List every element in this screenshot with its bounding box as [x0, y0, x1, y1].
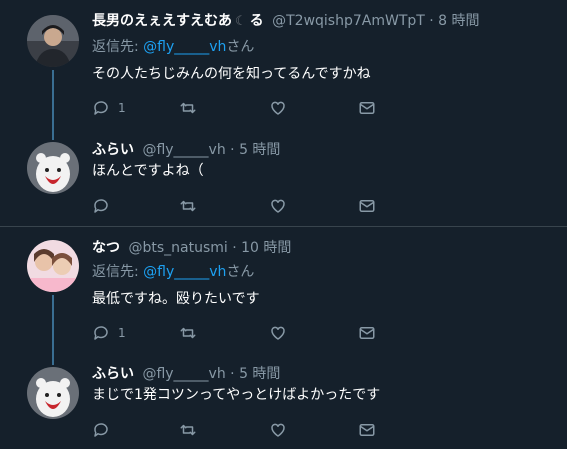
timestamp[interactable]: · 10 時間 [232, 240, 291, 256]
avatar[interactable] [27, 240, 79, 292]
display-name[interactable]: 長男のえぇえすえむあ [92, 13, 232, 29]
reply-button[interactable]: 1 [92, 323, 126, 343]
retweet-button[interactable] [179, 196, 197, 216]
timestamp[interactable]: · 8 時間 [429, 13, 479, 29]
like-button[interactable] [269, 323, 287, 343]
direct-message-button[interactable] [358, 98, 376, 118]
reply-suffix: さん [226, 39, 255, 55]
reply-icon [94, 326, 108, 340]
direct-message-button[interactable] [358, 323, 376, 343]
reply-mention-link[interactable]: @fly_____vh [143, 264, 226, 280]
retweet-icon [180, 200, 196, 212]
reply-mention-link[interactable]: @fly_____vh [143, 39, 226, 55]
timestamp[interactable]: · 5 時間 [230, 142, 280, 158]
retweet-icon [180, 327, 196, 339]
like-icon [271, 199, 285, 213]
retweet-icon [180, 102, 196, 114]
avatar[interactable] [27, 367, 79, 419]
reply-icon [94, 423, 108, 437]
thread-connector-line [52, 295, 54, 365]
user-handle[interactable]: @fly_____vh [142, 142, 225, 158]
reply-count: 1 [118, 326, 126, 340]
tweet-header: なつ @bts_natusmi · 10 時間 [92, 239, 291, 257]
thread-connector-line [52, 70, 54, 140]
reply-to-line: 返信先: @fly_____vhさん [92, 263, 254, 281]
reply-button[interactable] [92, 196, 110, 216]
tweet-text: その人たちじみんの何を知ってるんですかね [92, 66, 371, 82]
conversation-thread-2: なつ @bts_natusmi · 10 時間 返信先: @fly_____vh… [0, 227, 567, 449]
reply-icon [94, 101, 108, 115]
conversation-thread-1: 長男のえぇえすえむあ ☾ る @T2wqishp7AmWTpT · 8 時間 返信先… [0, 0, 567, 226]
display-name[interactable]: なつ [92, 240, 120, 256]
tweet-text: ほんとですよね（ [92, 163, 204, 179]
like-button[interactable] [269, 196, 287, 216]
user-handle[interactable]: @bts_natusmi [128, 240, 227, 256]
tweet-header: 長男のえぇえすえむあ ☾ る @T2wqishp7AmWTpT · 8 時間 [92, 12, 480, 31]
display-name[interactable]: ふらい [92, 366, 134, 382]
retweet-button[interactable] [179, 420, 197, 440]
user-handle[interactable]: @fly_____vh [142, 366, 225, 382]
direct-message-button[interactable] [358, 196, 376, 216]
reply-count: 1 [118, 101, 126, 115]
like-button[interactable] [269, 420, 287, 440]
like-button[interactable] [269, 98, 287, 118]
like-icon [271, 101, 285, 115]
tweet-text: 最低ですね。殴りたいです [92, 291, 260, 307]
avatar[interactable] [27, 142, 79, 194]
dm-icon [359, 200, 375, 212]
retweet-button[interactable] [179, 323, 197, 343]
retweet-icon [180, 424, 196, 436]
reply-button[interactable] [92, 420, 110, 440]
timestamp[interactable]: · 5 時間 [230, 366, 280, 382]
reply-suffix: さん [226, 264, 255, 280]
reply-to-line: 返信先: @fly_____vhさん [92, 38, 254, 56]
dm-icon [359, 102, 375, 114]
tweet-header: ふらい @fly_____vh · 5 時間 [92, 141, 280, 159]
reply-button[interactable]: 1 [92, 98, 126, 118]
dm-icon [359, 327, 375, 339]
avatar[interactable] [27, 15, 79, 67]
tweet-header: ふらい @fly_____vh · 5 時間 [92, 365, 280, 383]
retweet-button[interactable] [179, 98, 197, 118]
display-name-suffix: る [249, 13, 264, 29]
dm-icon [359, 424, 375, 436]
emoji-moon-icon: ☾ [235, 14, 247, 29]
like-icon [271, 326, 285, 340]
display-name[interactable]: ふらい [92, 142, 134, 158]
user-handle[interactable]: @T2wqishp7AmWTpT [272, 13, 425, 29]
tweet-text: まじで1発コツンってやっとけばよかったです [92, 387, 381, 403]
reply-prefix: 返信先: [92, 264, 144, 280]
reply-prefix: 返信先: [92, 39, 144, 55]
like-icon [271, 423, 285, 437]
reply-icon [94, 199, 108, 213]
direct-message-button[interactable] [358, 420, 376, 440]
